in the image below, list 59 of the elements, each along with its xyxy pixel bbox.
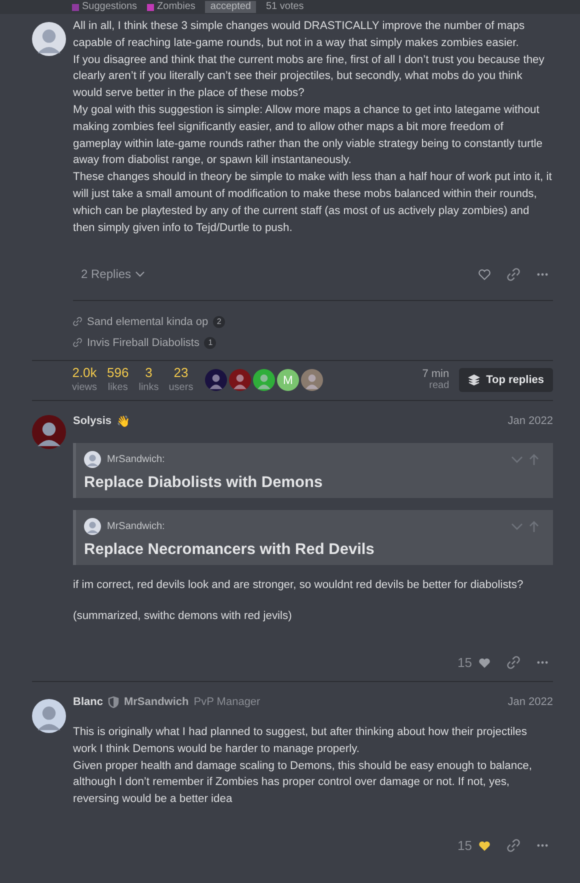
stat-value: 596 bbox=[107, 365, 129, 382]
chevron-down-icon bbox=[135, 271, 146, 278]
stat-value: 23 bbox=[174, 365, 188, 382]
username[interactable]: Solysis bbox=[73, 415, 112, 428]
link-icon[interactable] bbox=[507, 656, 520, 670]
post-paragraph: All in all, I think these 3 simple changes would DRASTICALLY improve the number of maps capable of reaching late-game rounds, but not in a way that simply makes zombies easier. bbox=[73, 19, 526, 51]
stat-value: 2.0k bbox=[72, 365, 97, 382]
stat-label: likes bbox=[108, 381, 128, 394]
avatar[interactable] bbox=[32, 698, 66, 733]
read-time: 7 min bbox=[422, 368, 450, 380]
stat-label: links bbox=[138, 381, 159, 394]
linked-topic-link[interactable]: Invis Fireball Diabolists bbox=[87, 336, 200, 349]
heart-icon[interactable] bbox=[478, 656, 491, 669]
vote-count: 51 votes bbox=[266, 1, 304, 13]
replies-button[interactable]: 2 Replies bbox=[81, 267, 146, 282]
post-paragraph: My goal with this suggestion is simple: Allow more maps a chance to get into lategame without making zombies feel significantly easier, and to allow other maps a bit more freedom of gameplay within late-game rounds rather than the only viable strategy being to constantly turtle away from diabolist range, or spawn kill instantaneously. bbox=[73, 102, 544, 168]
user-group[interactable]: MrSandwich bbox=[124, 696, 189, 708]
quote-author: MrSandwich: bbox=[107, 454, 165, 466]
avatar[interactable] bbox=[32, 22, 66, 56]
stat-label: users bbox=[168, 381, 194, 394]
avatar bbox=[84, 451, 101, 468]
post-date[interactable]: Jan 2022 bbox=[508, 415, 553, 428]
layers-icon bbox=[468, 374, 480, 386]
stat-label: views bbox=[72, 381, 98, 394]
participant-avatar[interactable] bbox=[229, 368, 252, 391]
heart-icon[interactable] bbox=[478, 268, 491, 281]
post-paragraph: These changes should in theory be simple to make with less than a half hour of work put into it, it will just take a small amount of modification to make these mobs balanced within their rounds, which can be playtested by any of the current staff (as most of us actively play zombies) and then simply given info to Tejd/Durtle to push. bbox=[73, 170, 553, 236]
heart-icon[interactable] bbox=[478, 840, 491, 852]
like-count: 15 bbox=[458, 838, 472, 854]
post-paragraph: If you disagree and think that the current mobs are fine, first of all I don’t trust you because they clearly aren’t if you literally can’t see their projectiles, but secondly, what mobs do you think would serve better in the place of these mobs? bbox=[73, 52, 546, 102]
post-date[interactable]: Jan 2022 bbox=[508, 696, 553, 708]
like-count: 15 bbox=[458, 655, 472, 670]
top-replies-button[interactable]: Top replies bbox=[459, 368, 553, 392]
post-paragraph: This is originally what I had planned to suggest, but after thinking about how their projectiles work I think Demons would be harder to manage properly. Given proper health and damage scaling to Demons, this should be easy enough to balance, although I don’t remember if Zombies has proper control over damage or not. If not, yes, reversing would be a better idea bbox=[73, 724, 533, 808]
link-icon[interactable] bbox=[507, 268, 520, 281]
participant-avatar[interactable] bbox=[301, 368, 324, 391]
username[interactable]: Blanc bbox=[73, 696, 103, 708]
read-label: read bbox=[429, 380, 450, 392]
post-paragraph: if im correct, red devils look and are stronger, so wouldnt red devils be better for diabolists? bbox=[73, 578, 524, 594]
participant-avatar[interactable] bbox=[205, 368, 228, 391]
tag-link[interactable]: Suggestions bbox=[72, 1, 138, 13]
linked-topic-link[interactable]: Sand elemental kinda op bbox=[87, 316, 208, 328]
status-badge: accepted bbox=[205, 1, 256, 13]
quote-title[interactable]: Replace Necromancers with Red Devils bbox=[84, 541, 539, 560]
stat-value: 3 bbox=[145, 365, 152, 382]
status-emoji: 👋 bbox=[116, 414, 131, 428]
participant-avatar[interactable] bbox=[253, 368, 276, 391]
link-icon bbox=[73, 317, 82, 326]
link-count-badge: 2 bbox=[213, 316, 226, 328]
quote-author: MrSandwich: bbox=[107, 521, 165, 532]
user-title: PvP Manager bbox=[194, 696, 260, 708]
post-paragraph: (summarized, swithc demons with red jevils) bbox=[73, 609, 293, 624]
link-count-badge: 1 bbox=[204, 336, 216, 349]
avatar bbox=[84, 518, 101, 536]
avatar[interactable] bbox=[32, 415, 66, 450]
quote-title[interactable]: Replace Diabolists with Demons bbox=[84, 474, 539, 492]
link-icon[interactable] bbox=[507, 839, 520, 852]
link-icon bbox=[73, 338, 82, 348]
tag-link[interactable]: Zombies bbox=[147, 1, 196, 13]
